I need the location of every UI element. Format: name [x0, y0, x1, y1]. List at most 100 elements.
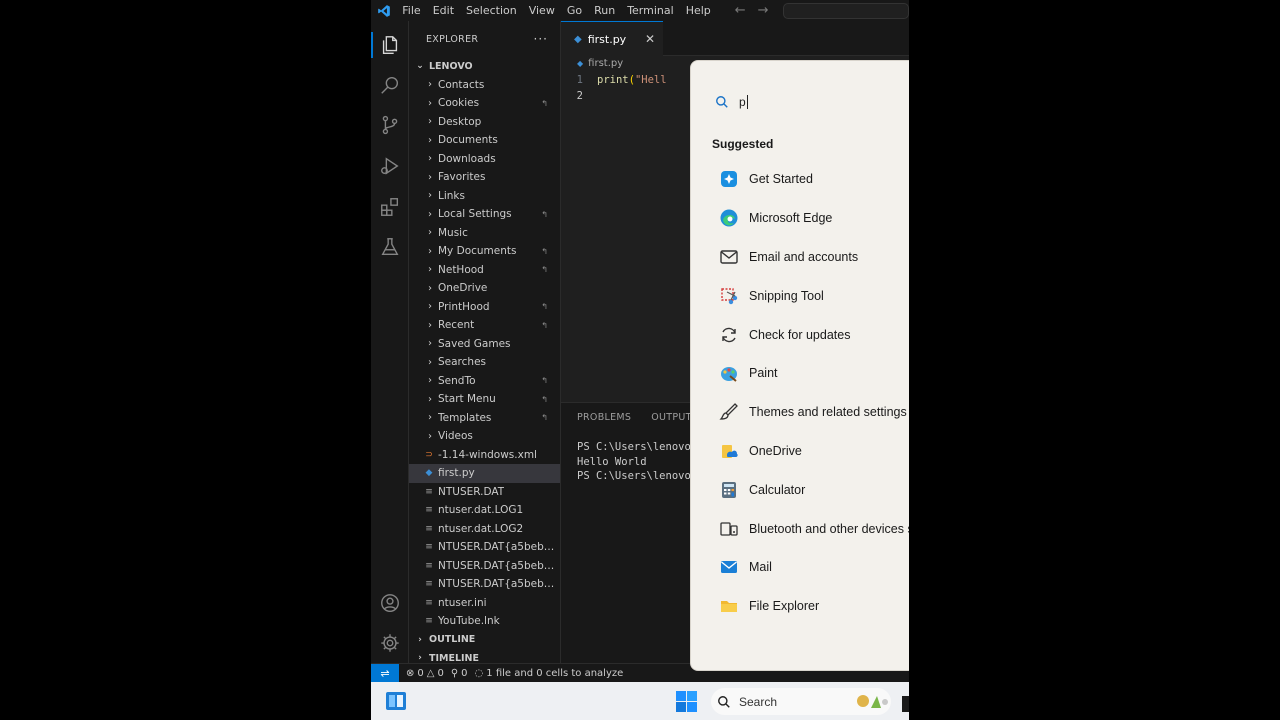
account-icon[interactable] [378, 591, 402, 615]
close-icon[interactable]: ✕ [645, 32, 655, 46]
tree-folder[interactable]: › OneDrive [409, 279, 560, 298]
tree-folder[interactable]: › SendTo ↰ [409, 372, 560, 391]
analysis-status[interactable]: ◌ 1 file and 0 cells to analyze [475, 668, 624, 679]
suggested-item[interactable]: Snipping Tool [719, 276, 909, 315]
tree-folder[interactable]: › Searches [409, 353, 560, 372]
suggested-item[interactable]: OneDrive [719, 432, 909, 471]
menu-file[interactable]: File [396, 0, 426, 21]
more-actions-icon[interactable]: ··· [534, 32, 548, 46]
suggested-item[interactable]: Bluetooth and other devices se [719, 509, 909, 548]
menu-view[interactable]: View [523, 0, 561, 21]
tree-folder[interactable]: › Downloads [409, 150, 560, 169]
chevron-right-icon: › [428, 356, 432, 368]
menu-edit[interactable]: Edit [427, 0, 460, 21]
problems-status[interactable]: ⊗ 0 △ 0 [406, 668, 444, 679]
suggested-item[interactable]: Microsoft Edge [719, 199, 909, 238]
widgets-icon[interactable] [385, 691, 407, 711]
testing-flask-icon[interactable] [378, 235, 402, 259]
tree-folder[interactable]: › Start Menu ↰ [409, 390, 560, 409]
back-arrow-icon[interactable]: ← [735, 3, 746, 18]
tree-folder[interactable]: › Templates ↰ [409, 409, 560, 428]
tree-file[interactable]: ≡ NTUSER.DAT [409, 483, 560, 502]
remote-indicator-icon[interactable]: ⇌ [371, 663, 399, 683]
active-indicator [371, 32, 373, 58]
code-string: "Hell [634, 74, 667, 86]
tree-folder[interactable]: › Videos [409, 427, 560, 446]
menu-run[interactable]: Run [588, 0, 621, 21]
start-search-input[interactable]: p [739, 95, 748, 109]
tree-item-label: NTUSER.DAT{a5beb243... [438, 541, 560, 554]
windows-start-icon[interactable] [676, 691, 697, 712]
python-file-icon: ◆ [425, 468, 433, 479]
gear-icon[interactable] [378, 631, 402, 655]
workspace-root[interactable]: ⌄ LENOVO [409, 57, 560, 76]
suggested-item[interactable]: Get Started [719, 160, 909, 199]
tree-file[interactable]: ≡ ntuser.dat.LOG1 [409, 501, 560, 520]
menu-go[interactable]: Go [561, 0, 588, 21]
chevron-right-icon: › [428, 393, 432, 405]
tree-folder[interactable]: › NetHood ↰ [409, 261, 560, 280]
tree-folder[interactable]: › Contacts [409, 76, 560, 95]
tree-folder[interactable]: › Recent ↰ [409, 316, 560, 335]
tab-label: first.py [587, 32, 627, 46]
tree-file[interactable]: ≡ NTUSER.DAT{a5beb243... [409, 538, 560, 557]
tree-item-label: NTUSER.DAT{a5beb243... [438, 578, 560, 591]
tree-item-label: Links [438, 189, 465, 202]
tree-folder[interactable]: › Saved Games [409, 335, 560, 354]
suggested-item[interactable]: Calculator [719, 470, 909, 509]
menu-terminal[interactable]: Terminal [621, 0, 680, 21]
suggested-list: Get Started Microsoft Edge Email and accou… [719, 160, 909, 626]
tab-problems[interactable]: PROBLEMS [577, 412, 631, 423]
forward-arrow-icon[interactable]: → [758, 3, 769, 18]
suggested-item[interactable]: File Explorer [719, 587, 909, 626]
suggested-item[interactable]: Check for updates [719, 315, 909, 354]
tree-folder[interactable]: › Favorites [409, 168, 560, 187]
tree-item-label: SendTo [438, 374, 476, 387]
tree-folder[interactable]: › Desktop [409, 113, 560, 132]
suggested-item[interactable]: Themes and related settings [719, 393, 909, 432]
suggested-item[interactable]: Paint [719, 354, 909, 393]
command-center-search[interactable] [782, 2, 909, 19]
chevron-right-icon: › [428, 79, 432, 91]
tree-file[interactable]: ◆ first.py [409, 464, 560, 483]
tree-folder[interactable]: › PrintHood ↰ [409, 298, 560, 317]
ports-status[interactable]: ⚲ 0 [451, 668, 468, 679]
explorer-files-icon[interactable] [378, 33, 402, 57]
source-control-icon[interactable] [378, 113, 402, 137]
text-file-icon: ≡ [425, 560, 433, 571]
run-debug-icon[interactable] [378, 154, 402, 178]
vscode-logo-icon[interactable] [371, 0, 396, 21]
tree-folder[interactable]: › Cookies ↰ [409, 94, 560, 113]
tree-file[interactable]: ≡ NTUSER.DAT{a5beb243... [409, 557, 560, 576]
symlink-icon: ↰ [541, 394, 548, 404]
tree-folder[interactable]: › Music [409, 224, 560, 243]
taskbar-search-label: Search [739, 694, 778, 709]
suggested-item[interactable]: Mail [719, 548, 909, 587]
suggested-item-label: Check for updates [749, 327, 851, 342]
tree-folder[interactable]: › Documents [409, 131, 560, 150]
tree-folder[interactable]: › My Documents ↰ [409, 242, 560, 261]
suggested-item[interactable]: Email and accounts [719, 238, 909, 277]
tab-first-py[interactable]: ◆ first.py ✕ [561, 21, 663, 56]
chevron-right-icon: › [428, 97, 432, 109]
search-icon[interactable] [378, 73, 402, 97]
menu-selection[interactable]: Selection [460, 0, 523, 21]
tree-file[interactable]: ≡ ntuser.dat.LOG2 [409, 520, 560, 539]
tree-file[interactable]: ≡ NTUSER.DAT{a5beb243... [409, 575, 560, 594]
tree-folder[interactable]: › Links [409, 187, 560, 206]
tree-file[interactable]: ⊃ -1.14-windows.xml [409, 446, 560, 465]
chevron-right-icon: › [428, 412, 432, 424]
tree-file[interactable]: ≡ ntuser.ini [409, 594, 560, 613]
menu-help[interactable]: Help [680, 0, 717, 21]
taskbar-app-icon[interactable] [902, 696, 909, 712]
extensions-icon[interactable] [378, 195, 402, 219]
timeline-section[interactable]: › TIMELINE [409, 649, 560, 663]
tree-file[interactable]: ≡ YouTube.lnk [409, 612, 560, 631]
editor-tab-bar: ◆ first.py ✕ [561, 21, 909, 56]
tab-output[interactable]: OUTPUT [651, 412, 692, 423]
tree-item-label: ntuser.dat.LOG2 [438, 522, 524, 535]
line-number: 1 [576, 74, 583, 86]
tree-folder[interactable]: › Local Settings ↰ [409, 205, 560, 224]
outline-section[interactable]: › OUTLINE [409, 631, 560, 650]
start-search-box[interactable]: p [715, 90, 909, 114]
